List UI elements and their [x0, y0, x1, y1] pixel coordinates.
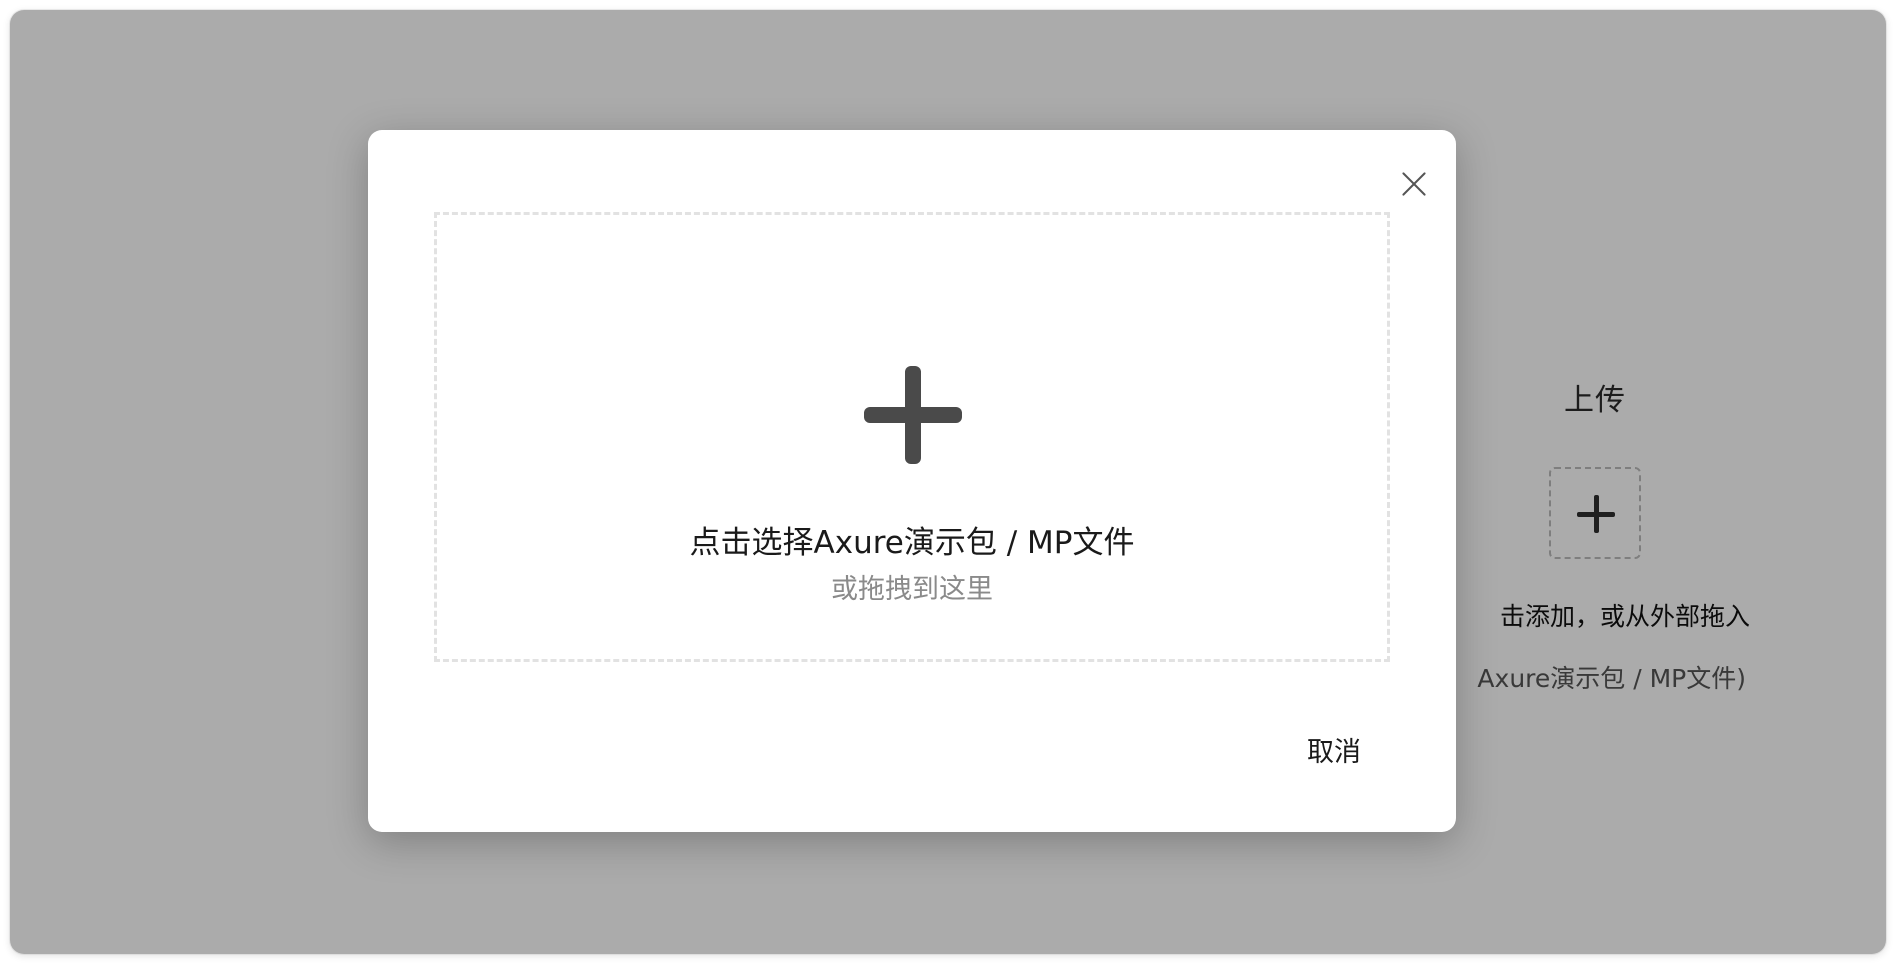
close-icon[interactable]: [1394, 164, 1434, 204]
dropzone-primary-text: 点击选择Axure演示包 / MP文件: [689, 525, 1135, 561]
plus-icon: [864, 366, 962, 464]
cancel-button[interactable]: 取消: [1298, 733, 1370, 773]
upload-dialog: 点击选择Axure演示包 / MP文件 或拖拽到这里 取消: [368, 130, 1456, 832]
dropzone-secondary-text: 或拖拽到这里: [831, 574, 993, 605]
file-dropzone[interactable]: 点击选择Axure演示包 / MP文件 或拖拽到这里: [434, 212, 1390, 662]
app-window: 上传 击添加，或从外部拖入 Axure演示包 / MP文件) 点击选择Axure…: [10, 10, 1886, 954]
